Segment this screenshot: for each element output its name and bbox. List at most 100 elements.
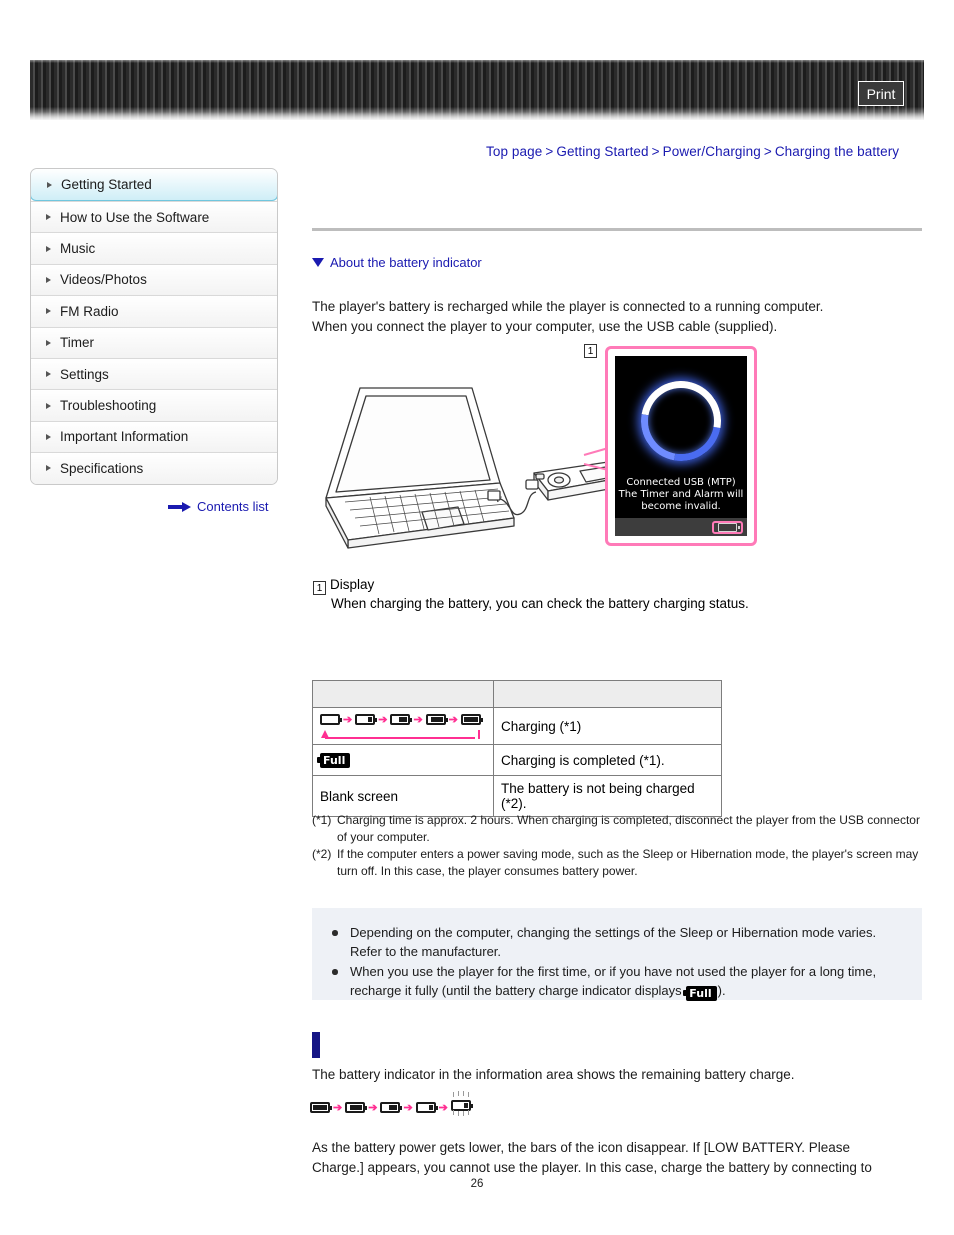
sidebar-item-getting-started[interactable]: Getting Started [31, 168, 277, 201]
table-header-row [312, 680, 722, 708]
battery-icon-level-2 [380, 1101, 403, 1113]
chevron-right-icon [46, 371, 51, 378]
player-screen-callout: Connected USB (MTP) The Timer and Alarm … [605, 346, 757, 546]
battery-icon-level-4 [310, 1101, 332, 1113]
battery-icon [718, 523, 740, 532]
sidebar-item-important-information[interactable]: Important Information [31, 420, 277, 453]
sequence-arrow-icon: ➔ [368, 1101, 378, 1114]
intro-paragraph: The player's battery is recharged while … [312, 297, 932, 336]
battery-icon-level-2 [390, 714, 413, 725]
flash-ray-icon [457, 1091, 460, 1096]
table-header-cell-indicator [312, 680, 494, 708]
battery-icon-level-0 [320, 714, 342, 725]
table-cell-description: Charging (*1) [493, 707, 722, 745]
sidebar-item-videos-photos[interactable]: Videos/Photos [31, 263, 277, 296]
sidebar-item-label: Music [60, 241, 96, 257]
breadcrumb-item-power-charging[interactable]: Power/Charging [663, 144, 761, 159]
flash-ray-icon [467, 1092, 470, 1097]
player-screen-message: Connected USB (MTP) The Timer and Alarm … [615, 477, 747, 518]
sidebar-item-label: Getting Started [61, 177, 152, 192]
battery-icon-level-3 [345, 1101, 368, 1113]
chevron-right-icon [46, 276, 51, 283]
sidebar-item-label: Videos/Photos [60, 272, 147, 288]
breadcrumb-item-getting-started[interactable]: Getting Started [556, 144, 648, 159]
note-item-1: Depending on the computer, changing the … [332, 924, 902, 961]
loop-arrow-head-icon [321, 730, 329, 738]
note-item-2: When you use the player for the first ti… [332, 963, 902, 1001]
table-cell-description: Charging is completed (*1). [493, 744, 722, 776]
sidebar-item-label: Important Information [60, 429, 189, 445]
flash-ray-icon [462, 1091, 465, 1096]
table-row: Full Charging is completed (*1). [312, 744, 722, 776]
player-screen: Connected USB (MTP) The Timer and Alarm … [615, 356, 747, 536]
intro-line-1: The player's battery is recharged while … [312, 299, 824, 314]
table-row: Blank screen The battery is not being ch… [312, 775, 722, 817]
flash-ray-icon [452, 1110, 455, 1115]
battery-icon-level-3 [425, 714, 448, 725]
sequence-arrow-icon: ➔ [448, 714, 458, 726]
battery-discharge-sequence: ➔ ➔ ➔ ➔ [310, 1091, 473, 1116]
contents-list-link[interactable]: Contents list [168, 499, 269, 514]
battery-status-table: ➔ ➔ ➔ ➔ Charging (*1) Full Charging is c… [312, 680, 722, 817]
breadcrumb-separator: > [651, 144, 660, 159]
charging-ring-wrap [615, 356, 747, 477]
laptop-player-diagram [325, 387, 621, 549]
sidebar-item-timer[interactable]: Timer [31, 326, 277, 358]
sidebar-item-label: Timer [60, 335, 94, 351]
content-divider [312, 228, 922, 231]
chevron-right-icon [46, 245, 51, 252]
note-box: Depending on the computer, changing the … [312, 908, 922, 1001]
footnote-text: Charging time is approx. 2 hours. When c… [337, 813, 920, 844]
player-status-bar [615, 518, 747, 536]
sidebar-item-fm-radio[interactable]: FM Radio [31, 295, 277, 327]
battery-charging-sequence: ➔ ➔ ➔ ➔ [320, 713, 486, 726]
table-cell-blank-screen: Blank screen [312, 775, 494, 817]
sidebar-item-how-to-use-the-software[interactable]: How to Use the Software [31, 201, 277, 233]
battery-full-badge-inline: Full [683, 985, 717, 1001]
chevron-right-icon [46, 308, 51, 315]
sidebar-item-settings[interactable]: Settings [31, 357, 277, 390]
screen-text-line-1: Connected USB (MTP) [626, 477, 736, 488]
bullet-icon [332, 963, 350, 1001]
charging-ring-icon [625, 364, 737, 477]
sequence-arrow-icon: ➔ [413, 714, 423, 726]
note-text-after: ). [717, 982, 726, 998]
table-cell-full-badge: Full [312, 744, 494, 776]
breadcrumb-item-charging-the-battery[interactable]: Charging the battery [775, 144, 899, 159]
sidebar-item-specifications[interactable]: Specifications [31, 452, 277, 484]
battery-icon-level-4 [460, 714, 483, 725]
display-caption-title: Display [330, 577, 375, 592]
page-number: 26 [470, 1178, 484, 1190]
sequence-arrow-icon: ➔ [333, 1101, 343, 1114]
battery-icon-flashing [450, 1091, 473, 1116]
sequence-arrow-icon: ➔ [403, 1101, 413, 1114]
bullet-icon [332, 924, 350, 961]
chevron-right-icon [46, 465, 51, 472]
sidebar-nav: Getting Started How to Use the Software … [30, 168, 278, 485]
sidebar-item-label: Specifications [60, 460, 144, 476]
footnotes: (*1) Charging time is approx. 2 hours. W… [312, 812, 924, 880]
sidebar-item-label: Settings [60, 366, 109, 382]
flash-ray-icon [467, 1110, 470, 1115]
display-caption: 1 Display [313, 577, 375, 595]
closing-line-2: Charge.] appears, you cannot use the pla… [312, 1159, 872, 1175]
triangle-down-icon [312, 258, 324, 267]
callout-number-1: 1 [584, 344, 597, 358]
footnote-mark: (*2) [312, 847, 332, 861]
table-row: ➔ ➔ ➔ ➔ Charging (*1) [312, 707, 722, 745]
banner-fade-bottom [30, 112, 924, 126]
chevron-right-icon [46, 214, 51, 221]
footnote-mark: (*1) [312, 813, 332, 827]
flash-ray-icon [457, 1111, 460, 1116]
breadcrumb-item-top-page[interactable]: Top page [486, 144, 542, 159]
sequence-arrow-icon: ➔ [378, 714, 388, 726]
about-battery-indicator-link[interactable]: About the battery indicator [312, 255, 482, 270]
closing-paragraph: As the battery power gets lower, the bar… [312, 1138, 932, 1177]
sidebar-item-music[interactable]: Music [31, 232, 277, 264]
note-text-before: When you use the player for the first ti… [350, 964, 877, 998]
print-button[interactable]: Print [858, 81, 904, 106]
table-cell-charging-animation: ➔ ➔ ➔ ➔ [312, 707, 494, 745]
sidebar-item-troubleshooting[interactable]: Troubleshooting [31, 389, 277, 421]
table-header-cell-description [493, 680, 722, 708]
battery-icon-level-1 [415, 1101, 438, 1113]
